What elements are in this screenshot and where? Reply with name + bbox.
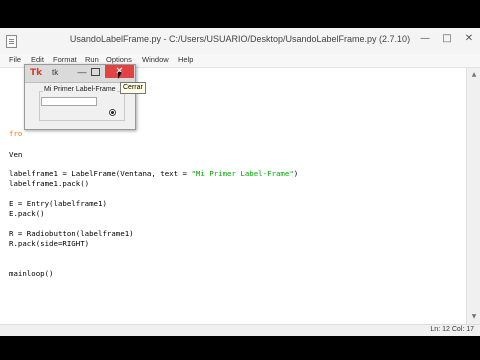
menu-help[interactable]: Help — [178, 55, 193, 64]
code-line: R = Radiobutton(labelframe1) — [9, 229, 134, 238]
status-bar: Ln: 12 Col: 17 — [0, 324, 480, 336]
entry-field[interactable] — [41, 97, 97, 106]
tk-logo-icon: Tk — [30, 68, 43, 78]
tk-maximize-button[interactable] — [91, 68, 100, 76]
tk-window-body: Mi Primer Label-Frame — [25, 83, 135, 129]
scroll-down-icon[interactable]: ▼ — [470, 313, 478, 321]
code-line: fro — [9, 129, 23, 138]
radio-button[interactable] — [109, 109, 116, 116]
labelframe-label: Mi Primer Label-Frame — [43, 86, 117, 93]
mouse-pointer-icon — [118, 72, 122, 79]
window-title: UsandoLabelFrame.py - C:/Users/USUARIO/D… — [69, 34, 411, 44]
labelframe-border — [39, 91, 125, 121]
code-line: labelframe1.pack() — [9, 179, 90, 188]
tk-minimize-button[interactable]: — — [76, 66, 88, 78]
tk-window-title: tk — [52, 68, 59, 77]
code-line: mainloop() — [9, 269, 54, 278]
vertical-scrollbar[interactable]: ▲ ▼ — [466, 68, 480, 324]
window-titlebar: UsandoLabelFrame.py - C:/Users/USUARIO/D… — [0, 28, 480, 55]
code-line: R.pack(side=RIGHT) — [9, 239, 90, 248]
code-line: E.pack() — [9, 209, 45, 218]
scroll-up-icon[interactable]: ▲ — [470, 71, 478, 79]
menu-options[interactable]: Options — [106, 55, 132, 64]
menu-edit[interactable]: Edit — [31, 55, 44, 64]
close-button[interactable]: ✕ — [462, 32, 476, 46]
maximize-button[interactable]: □ — [440, 32, 454, 46]
menu-format[interactable]: Format — [53, 55, 77, 64]
menu-run[interactable]: Run — [85, 55, 99, 64]
code-line: Ven — [9, 150, 23, 159]
menu-window[interactable]: Window — [142, 55, 169, 64]
minimize-button[interactable]: — — [418, 32, 432, 46]
cursor-position: Ln: 12 Col: 17 — [430, 326, 474, 333]
menu-file[interactable]: File — [9, 55, 21, 64]
code-line: E = Entry(labelframe1) — [9, 199, 107, 208]
code-line: labelframe1 = LabelFrame(Ventana, text =… — [9, 169, 299, 178]
close-tooltip: Cerrar — [120, 82, 146, 94]
